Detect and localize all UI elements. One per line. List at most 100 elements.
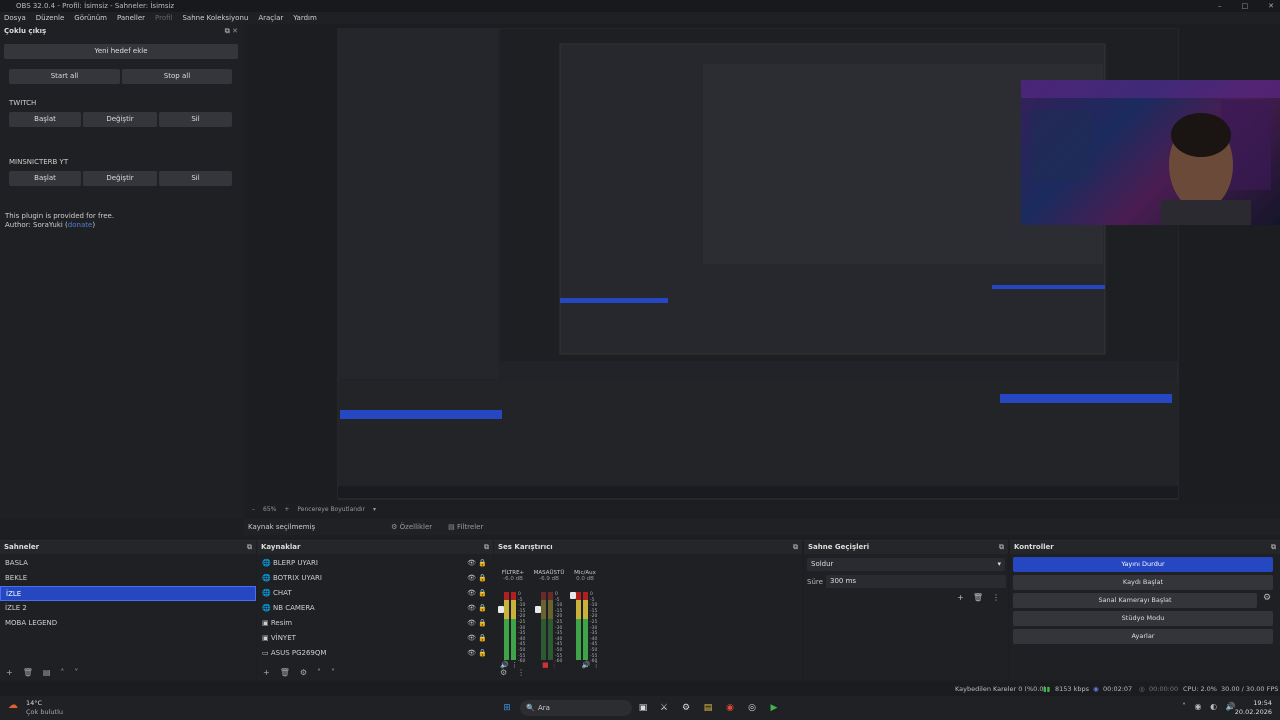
- kebab-icon[interactable]: ⋮: [992, 593, 1000, 602]
- source-item[interactable]: ▭ ASUS PG269QM 👁 🔒: [257, 646, 493, 661]
- clock-time[interactable]: 19:54: [1240, 699, 1272, 707]
- source-item[interactable]: 🌐 BOTRIX UYARI 👁 🔒: [257, 571, 493, 586]
- taskbar-search[interactable]: 🔍 Ara: [520, 700, 632, 716]
- menu-file[interactable]: Dosya: [4, 12, 26, 24]
- scene-item[interactable]: MOBA LEGEND: [0, 616, 256, 631]
- target-edit-button[interactable]: Değiştir: [83, 171, 157, 186]
- filter-icon[interactable]: ▤: [43, 668, 51, 677]
- visibility-lock-icons[interactable]: 👁 🔒: [467, 556, 487, 571]
- dock-menu-icon[interactable]: ⧉: [247, 541, 256, 554]
- zoom-plus-button[interactable]: +: [284, 504, 289, 516]
- weather-temp: 14°C: [26, 699, 43, 707]
- target-delete-button[interactable]: Sil: [159, 112, 232, 127]
- stop-all-button[interactable]: Stop all: [122, 69, 232, 84]
- transition-toolbar: + 🗑 ⋮: [957, 593, 1000, 602]
- gear-icon[interactable]: ⚙: [1263, 593, 1271, 603]
- volume-fader[interactable]: [570, 592, 576, 599]
- chevron-down-icon[interactable]: ▾: [373, 504, 376, 516]
- add-icon[interactable]: +: [6, 668, 13, 677]
- trash-icon[interactable]: 🗑: [23, 668, 33, 677]
- volume-meter: [541, 592, 546, 660]
- menu-docks[interactable]: Paneller: [117, 12, 145, 24]
- speaker-icon[interactable]: 🔊 ⋮: [582, 661, 600, 669]
- gear-icon[interactable]: ⚙: [500, 668, 507, 677]
- source-item[interactable]: ▣ VİNYET 👁 🔒: [257, 631, 493, 646]
- transition-select[interactable]: Soldur ▾: [807, 558, 1005, 571]
- chevron-down-icon[interactable]: ˅: [74, 668, 78, 677]
- dock-menu-icon[interactable]: ⧉: [793, 541, 802, 554]
- dock-menu-icon[interactable]: ⧉: [999, 541, 1008, 554]
- visibility-lock-icons[interactable]: 👁 🔒: [467, 586, 487, 601]
- chevron-down-icon[interactable]: ˅: [331, 668, 335, 677]
- visibility-lock-icons[interactable]: 👁 🔒: [467, 571, 487, 586]
- cpu-usage: CPU: 2.0%: [1183, 685, 1217, 693]
- zoom-mode[interactable]: Pencereye Boyutlandır: [297, 504, 365, 516]
- chrome-icon[interactable]: ◉: [723, 701, 737, 715]
- minimize-button[interactable]: –: [1218, 0, 1222, 12]
- source-item[interactable]: 🌐 NB CAMERA 👁 🔒: [257, 601, 493, 616]
- menu-tools[interactable]: Araçlar: [258, 12, 283, 24]
- scene-item[interactable]: BASLA: [0, 556, 256, 571]
- visibility-lock-icons[interactable]: 👁 🔒: [467, 601, 487, 616]
- settings-app-icon[interactable]: ⚙: [679, 701, 693, 715]
- panel-header: Ses Karıştırıcı ⧉: [494, 541, 802, 554]
- file-explorer-icon[interactable]: ▤: [701, 701, 715, 715]
- scene-item-selected[interactable]: İZLE: [0, 586, 256, 601]
- scene-item[interactable]: İZLE 2: [0, 601, 256, 616]
- sources-panel: Kaynaklar ⧉ 🌐 BLERP UYARI 👁 🔒 🌐 BOTRIX UYA…: [257, 540, 493, 680]
- source-item[interactable]: ▣ Resim 👁 🔒: [257, 616, 493, 631]
- source-item[interactable]: 🌐 CHAT 👁 🔒: [257, 586, 493, 601]
- play-icon[interactable]: ▶: [767, 701, 781, 715]
- properties-button[interactable]: ⚙ Özellikler: [391, 523, 432, 531]
- close-button[interactable]: ✕: [1268, 0, 1274, 12]
- dock-menu-icon[interactable]: ⧉: [1271, 541, 1280, 554]
- menu-edit[interactable]: Düzenle: [36, 12, 65, 24]
- stop-stream-button[interactable]: Yayını Durdur: [1013, 557, 1273, 572]
- duration-input[interactable]: 300 ms: [826, 575, 1006, 588]
- app-icon[interactable]: ⚔: [657, 701, 671, 715]
- menu-view[interactable]: Görünüm: [74, 12, 107, 24]
- add-icon[interactable]: +: [957, 593, 964, 602]
- obs-icon[interactable]: ◎: [745, 701, 759, 715]
- scene-item[interactable]: BEKLE: [0, 571, 256, 586]
- chevron-up-icon[interactable]: ˄: [60, 668, 64, 677]
- clock-date[interactable]: 20.02.2026: [1228, 708, 1272, 716]
- mute-icon[interactable]: ■ ⋮: [542, 661, 558, 669]
- donate-link[interactable]: donate: [68, 221, 93, 229]
- gear-icon[interactable]: ⚙: [300, 668, 307, 677]
- target-start-button[interactable]: Başlat: [9, 171, 81, 186]
- add-target-button[interactable]: Yeni hedef ekle: [4, 44, 238, 59]
- visibility-lock-icons[interactable]: 👁 🔒: [467, 631, 487, 646]
- target-start-button[interactable]: Başlat: [9, 112, 81, 127]
- task-view-icon[interactable]: ▣: [636, 701, 650, 715]
- chevron-up-icon[interactable]: ˄: [317, 668, 321, 677]
- volume-fader[interactable]: [498, 606, 504, 613]
- kebab-icon[interactable]: ⋮: [517, 668, 525, 677]
- trash-icon[interactable]: 🗑: [280, 668, 290, 677]
- panel-header: Kaynaklar ⧉: [257, 541, 493, 554]
- trash-icon[interactable]: 🗑: [973, 593, 983, 602]
- menu-profile[interactable]: Profil: [155, 12, 172, 24]
- start-recording-button[interactable]: Kaydı Başlat: [1013, 575, 1273, 590]
- start-all-button[interactable]: Start all: [9, 69, 120, 84]
- menu-help[interactable]: Yardım: [293, 12, 317, 24]
- studio-mode-button[interactable]: Stüdyo Modu: [1013, 611, 1273, 626]
- webcam-overlay: [1021, 80, 1280, 225]
- add-icon[interactable]: +: [263, 668, 270, 677]
- start-virtual-camera-button[interactable]: Sanal Kamerayı Başlat: [1013, 593, 1257, 608]
- menu-scene-collection[interactable]: Sahne Koleksiyonu: [182, 12, 248, 24]
- source-item[interactable]: 🌐 BLERP UYARI 👁 🔒: [257, 556, 493, 571]
- maximize-button[interactable]: □: [1242, 0, 1249, 12]
- dock-menu-icon[interactable]: ⧉: [484, 541, 493, 554]
- filters-button[interactable]: ▤ Filtreler: [448, 523, 483, 531]
- target-edit-button[interactable]: Değiştir: [83, 112, 157, 127]
- visibility-lock-icons[interactable]: 👁 🔒: [467, 646, 487, 661]
- zoom-minus-button[interactable]: –: [252, 504, 255, 516]
- visibility-lock-icons[interactable]: 👁 🔒: [467, 616, 487, 631]
- target-delete-button[interactable]: Sil: [159, 171, 232, 186]
- volume-fader[interactable]: [535, 606, 541, 613]
- windows-start-icon[interactable]: ⊞: [500, 701, 514, 715]
- settings-button[interactable]: Ayarlar: [1013, 629, 1273, 644]
- zoom-level[interactable]: 65%: [263, 504, 276, 516]
- dock-float-close-icons[interactable]: ⧉ ✕: [225, 24, 244, 38]
